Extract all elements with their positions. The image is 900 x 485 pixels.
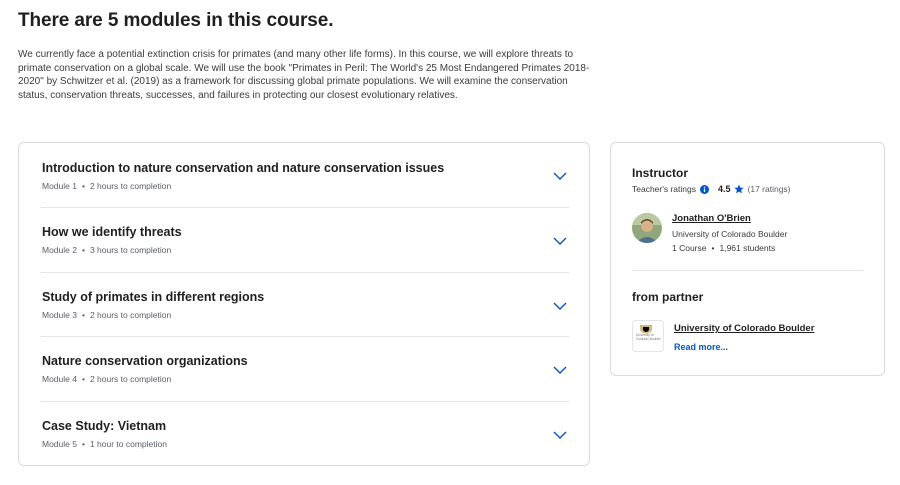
instructor-heading: Instructor bbox=[632, 166, 689, 180]
modules-accordion: Introduction to nature conservation and … bbox=[18, 142, 590, 466]
module-item-1[interactable]: Introduction to nature conservation and … bbox=[41, 143, 569, 208]
module-duration: 2 hours to completion bbox=[89, 310, 172, 320]
module-meta: Module 4 • 2 hours to completion bbox=[42, 374, 171, 384]
module-duration: 1 hour to completion bbox=[89, 439, 167, 449]
partner-name-link[interactable]: University of Colorado Boulder bbox=[674, 323, 814, 334]
separator-dot: • bbox=[711, 243, 715, 253]
partner-logo-text: University of Colorado Boulder bbox=[636, 333, 661, 341]
module-number: Module 5 bbox=[42, 439, 77, 449]
student-count: 1,961 students bbox=[719, 243, 776, 253]
module-duration: 3 hours to completion bbox=[89, 245, 172, 255]
module-number: Module 3 bbox=[42, 310, 77, 320]
module-number: Module 4 bbox=[42, 374, 77, 384]
module-item-3[interactable]: Study of primates in different regions M… bbox=[41, 272, 569, 337]
course-description: We currently face a potential extinction… bbox=[18, 49, 590, 101]
separator-dot: • bbox=[81, 310, 85, 320]
partner-logo[interactable]: University of Colorado Boulder bbox=[632, 320, 664, 352]
module-number: Module 1 bbox=[42, 181, 77, 191]
separator-dot: • bbox=[81, 181, 85, 191]
separator-dot: • bbox=[81, 374, 85, 384]
rating-value: 4.5 bbox=[718, 184, 731, 194]
instructor-name-link[interactable]: Jonathan O'Brien bbox=[672, 213, 751, 224]
separator-dot: • bbox=[81, 245, 85, 255]
course-count: 1 Course bbox=[672, 243, 707, 253]
module-title[interactable]: Introduction to nature conservation and … bbox=[42, 161, 444, 175]
module-title[interactable]: Study of primates in different regions bbox=[42, 290, 264, 304]
module-meta: Module 5 • 1 hour to completion bbox=[42, 439, 167, 449]
instructor-ratings: Teacher's ratings 4.5 (17 ratings) bbox=[632, 184, 791, 194]
read-more-link[interactable]: Read more... bbox=[674, 342, 728, 352]
chevron-down-icon[interactable] bbox=[553, 430, 567, 440]
module-meta: Module 2 • 3 hours to completion bbox=[42, 245, 171, 255]
partner-heading: from partner bbox=[632, 290, 704, 304]
module-item-4[interactable]: Nature conservation organizations Module… bbox=[41, 336, 569, 401]
section-title: There are 5 modules in this course. bbox=[18, 10, 334, 31]
module-meta: Module 1 • 2 hours to completion bbox=[42, 181, 171, 191]
module-duration: 2 hours to completion bbox=[89, 374, 172, 384]
module-item-2[interactable]: How we identify threats Module 2 • 3 hours… bbox=[41, 207, 569, 272]
chevron-down-icon[interactable] bbox=[553, 236, 567, 246]
chevron-down-icon[interactable] bbox=[553, 171, 567, 181]
module-number: Module 2 bbox=[42, 245, 77, 255]
rating-count: (17 ratings) bbox=[747, 184, 791, 194]
module-title[interactable]: Nature conservation organizations bbox=[42, 354, 248, 368]
module-title[interactable]: How we identify threats bbox=[42, 225, 182, 239]
divider bbox=[632, 270, 863, 271]
module-title[interactable]: Case Study: Vietnam bbox=[42, 419, 166, 433]
instructor-partner-card: Instructor Teacher's ratings 4.5 (17 rat… bbox=[610, 142, 885, 376]
avatar[interactable] bbox=[632, 213, 662, 243]
info-icon[interactable] bbox=[700, 184, 709, 194]
chevron-down-icon[interactable] bbox=[553, 301, 567, 311]
star-icon bbox=[733, 184, 744, 194]
module-duration: 2 hours to completion bbox=[89, 181, 172, 191]
ratings-label: Teacher's ratings bbox=[632, 184, 696, 194]
module-item-5[interactable]: Case Study: Vietnam Module 5 • 1 hour to c… bbox=[41, 401, 569, 466]
separator-dot: • bbox=[81, 439, 85, 449]
chevron-down-icon[interactable] bbox=[553, 365, 567, 375]
instructor-university: University of Colorado Boulder bbox=[672, 229, 788, 239]
instructor-stats: 1 Course • 1,961 students bbox=[672, 243, 775, 253]
module-meta: Module 3 • 2 hours to completion bbox=[42, 310, 171, 320]
